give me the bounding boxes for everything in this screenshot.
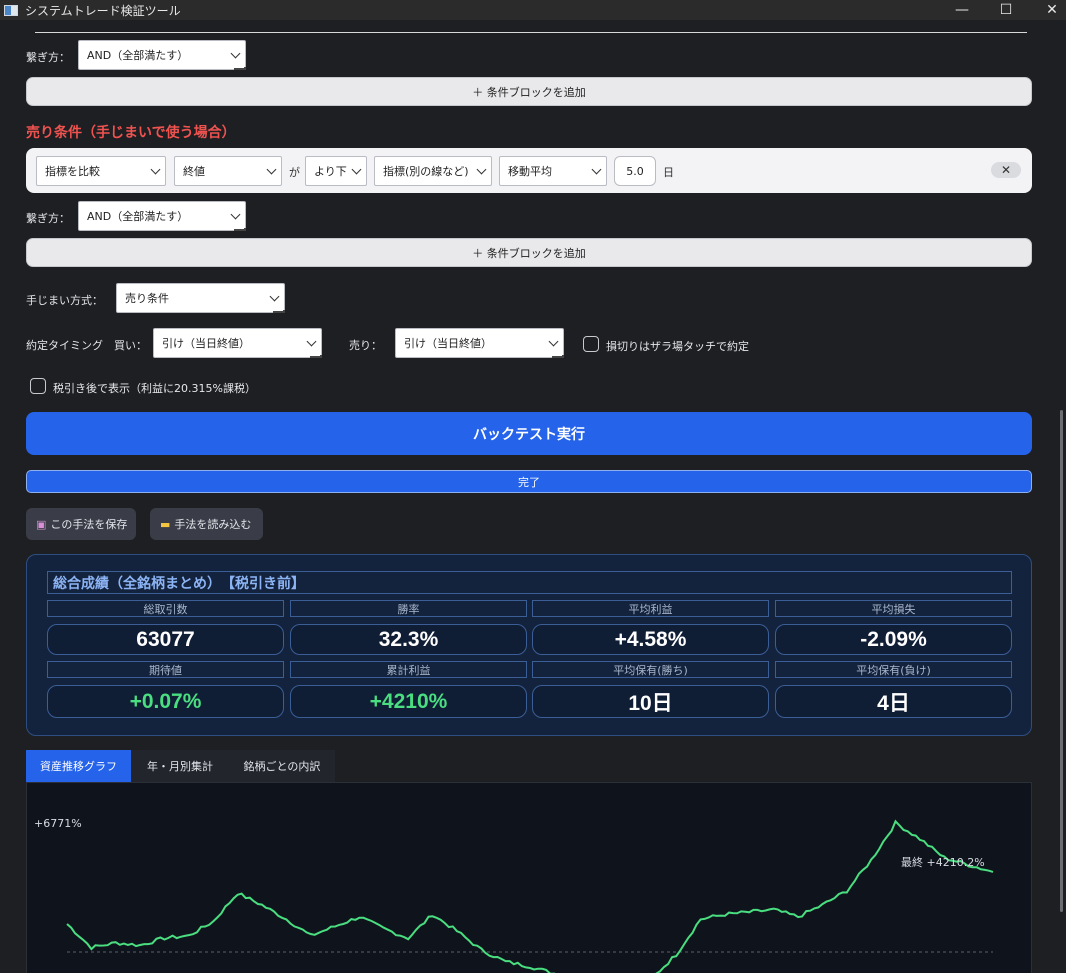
close-window-button[interactable]: ✕ bbox=[1029, 0, 1066, 20]
select-corner bbox=[234, 228, 246, 231]
tax-label: 税引き後で表示（利益に20.315%課税） bbox=[53, 382, 256, 395]
stat-avg-loss: -2.09% bbox=[775, 624, 1012, 655]
tab-by-symbol[interactable]: 銘柄ごとの内訳 bbox=[229, 750, 335, 782]
chevron-down-icon bbox=[591, 165, 603, 177]
condition-target-select[interactable]: 指標(別の線など) bbox=[374, 156, 492, 186]
buy-add-block-button[interactable]: ＋ 条件ブロックを追加 bbox=[26, 77, 1032, 106]
exit-method-label: 手じまい方式： bbox=[26, 294, 103, 307]
exit-method-value: 売り条件 bbox=[125, 292, 169, 305]
summary-panel: 総合成績（全銘柄まとめ） 【税引き前】 総取引数 勝率 平均利益 平均損失 63… bbox=[26, 554, 1032, 736]
chevron-down-icon bbox=[306, 337, 318, 349]
sell-join-select[interactable]: AND（全部満たす） bbox=[78, 201, 246, 231]
scrollbar-thumb[interactable] bbox=[1060, 410, 1063, 912]
run-backtest-button[interactable]: バックテスト実行 bbox=[26, 412, 1032, 455]
chevron-down-icon bbox=[230, 49, 242, 61]
summary-title: 総合成績（全銘柄まとめ） 【税引き前】 bbox=[47, 571, 1012, 594]
stat-total-trades: 63077 bbox=[47, 624, 284, 655]
chart-final-label: 最終 +4210.2% bbox=[901, 856, 985, 869]
buy-join-value: AND（全部満たす） bbox=[87, 49, 189, 62]
floppy-disk-icon: ▣ bbox=[36, 517, 47, 531]
stat-expectancy: +0.07% bbox=[47, 685, 284, 718]
stat-label: 累計利益 bbox=[290, 661, 527, 678]
buy-join-label: 繋ぎ方： bbox=[26, 51, 70, 64]
chevron-down-icon bbox=[266, 165, 278, 177]
condition-comparison-select[interactable]: より下 bbox=[305, 156, 367, 186]
select-corner bbox=[310, 355, 322, 358]
stoploss-touch-checkbox[interactable] bbox=[583, 336, 599, 352]
title-bar: システムトレード検証ツール — ☐ ✕ bbox=[0, 0, 1066, 20]
load-method-button[interactable]: ▬ 手法を読み込む bbox=[150, 508, 263, 540]
condition-target-value: 指標(別の線など) bbox=[383, 165, 469, 178]
chevron-down-icon bbox=[548, 337, 560, 349]
tab-equity-graph[interactable]: 資産推移グラフ bbox=[26, 750, 131, 782]
select-corner bbox=[273, 310, 285, 313]
scrollbar[interactable] bbox=[1056, 20, 1066, 973]
timing-sell-value: 引け（当日終値） bbox=[404, 337, 492, 350]
timing-sell-label: 売り： bbox=[349, 339, 382, 352]
load-method-label: 手法を読み込む bbox=[174, 518, 252, 531]
condition-comparison-value: より下 bbox=[314, 165, 347, 178]
stat-win-rate: 32.3% bbox=[290, 624, 527, 655]
sell-join-label: 繋ぎ方： bbox=[26, 212, 70, 225]
minimize-button[interactable]: — bbox=[939, 0, 985, 20]
save-method-button[interactable]: ▣ この手法を保存 bbox=[26, 508, 136, 540]
stat-avg-profit: +4.58% bbox=[532, 624, 769, 655]
sell-condition-row: 指標を比較 終値 が より下 指標(別の線など) 移動平均 5.0 日 ✕ bbox=[26, 148, 1032, 193]
buy-join-select[interactable]: AND（全部満たす） bbox=[78, 40, 246, 70]
condition-indicator-select[interactable]: 移動平均 bbox=[499, 156, 607, 186]
equity-chart-svg bbox=[66, 819, 994, 973]
condition-unit: 日 bbox=[663, 166, 674, 179]
exit-method-select[interactable]: 売り条件 bbox=[116, 283, 285, 313]
equity-chart: +6771% 最終 +4210.2% bbox=[26, 782, 1032, 973]
condition-type-value: 指標を比較 bbox=[45, 165, 100, 178]
stat-avg-hold-loss: 4日 bbox=[775, 685, 1012, 718]
stat-label: 平均損失 bbox=[775, 600, 1012, 617]
stat-label: 総取引数 bbox=[47, 600, 284, 617]
tab-yearly-monthly[interactable]: 年・月別集計 bbox=[131, 750, 229, 782]
stat-label: 平均保有(勝ち) bbox=[532, 661, 769, 678]
stat-cumulative-profit: +4210% bbox=[290, 685, 527, 718]
condition-source-select[interactable]: 終値 bbox=[174, 156, 282, 186]
equity-line bbox=[66, 819, 994, 973]
window-title: システムトレード検証ツール bbox=[25, 3, 181, 18]
condition-type-select[interactable]: 指標を比較 bbox=[36, 156, 166, 186]
stat-label: 期待値 bbox=[47, 661, 284, 678]
timing-buy-select[interactable]: 引け（当日終値） bbox=[153, 328, 322, 358]
stat-label: 平均保有(負け) bbox=[775, 661, 1012, 678]
sell-section-title: 売り条件（手じまいで使う場合） bbox=[26, 125, 236, 141]
maximize-button[interactable]: ☐ bbox=[983, 0, 1029, 20]
progress-bar: 完了 bbox=[26, 470, 1032, 493]
tax-checkbox[interactable] bbox=[30, 378, 46, 394]
condition-indicator-value: 移動平均 bbox=[508, 165, 552, 178]
timing-buy-value: 引け（当日終値） bbox=[162, 337, 250, 350]
chevron-down-icon bbox=[150, 165, 162, 177]
stat-label: 平均利益 bbox=[532, 600, 769, 617]
chevron-down-icon bbox=[476, 165, 488, 177]
timing-buy-label: 約定タイミング 買い： bbox=[26, 339, 147, 352]
chevron-down-icon bbox=[269, 292, 281, 304]
condition-period-input[interactable]: 5.0 bbox=[614, 156, 656, 186]
app-icon bbox=[4, 4, 18, 16]
folder-icon: ▬ bbox=[160, 517, 171, 531]
sell-join-value: AND（全部満たす） bbox=[87, 210, 189, 223]
condition-particle: が bbox=[289, 166, 300, 179]
stoploss-touch-label: 損切りはザラ場タッチで約定 bbox=[606, 340, 749, 353]
select-corner bbox=[552, 355, 564, 358]
stat-avg-hold-win: 10日 bbox=[532, 685, 769, 718]
divider bbox=[35, 32, 1027, 33]
condition-source-value: 終値 bbox=[183, 165, 205, 178]
timing-sell-select[interactable]: 引け（当日終値） bbox=[395, 328, 564, 358]
chevron-down-icon bbox=[351, 165, 363, 177]
sell-add-block-button[interactable]: ＋ 条件ブロックを追加 bbox=[26, 238, 1032, 267]
main-scroll-area[interactable]: 繋ぎ方： AND（全部満たす） ＋ 条件ブロックを追加 売り条件（手じまいで使う… bbox=[0, 20, 1056, 973]
save-method-label: この手法を保存 bbox=[50, 518, 128, 531]
remove-condition-button[interactable]: ✕ bbox=[991, 162, 1021, 178]
chevron-down-icon bbox=[230, 210, 242, 222]
stat-label: 勝率 bbox=[290, 600, 527, 617]
result-tabs: 資産推移グラフ 年・月別集計 銘柄ごとの内訳 bbox=[26, 750, 335, 782]
select-corner bbox=[234, 67, 246, 70]
